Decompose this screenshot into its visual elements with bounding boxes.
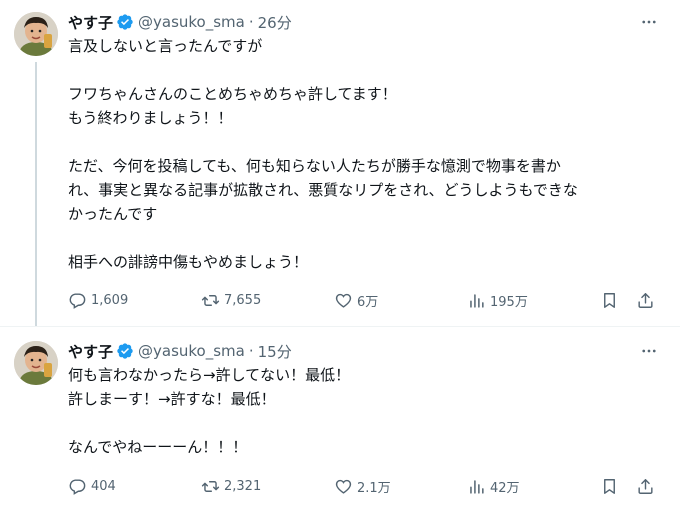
handle[interactable]: @yasuko_sma (138, 342, 245, 360)
retweet-count: 7,655 (224, 292, 262, 308)
separator-dot: · (248, 13, 254, 31)
share-icon (638, 292, 653, 308)
retweet-icon (201, 294, 220, 306)
reply-button[interactable]: 404 (68, 471, 116, 501)
reply-icon (69, 478, 86, 495)
handle[interactable]: @yasuko_sma (138, 13, 245, 31)
tweet[interactable]: やす子 @yasuko_sma · 26分 言及しないと言ったんですが フワちゃ… (0, 0, 680, 326)
tweet-actions: 1,609 7,655 6万 195万 (62, 285, 666, 315)
bookmark-button[interactable] (600, 285, 619, 315)
separator-dot: · (248, 342, 254, 360)
like-button[interactable]: 2.1万 (334, 471, 391, 501)
display-name[interactable]: やす子 (68, 12, 113, 33)
like-icon (335, 479, 352, 494)
views-icon (470, 479, 484, 494)
bookmark-button[interactable] (600, 471, 619, 501)
verified-icon (116, 342, 134, 360)
timestamp[interactable]: 26分 (258, 12, 292, 33)
bookmark-icon (604, 478, 615, 494)
more-button[interactable] (638, 340, 660, 362)
retweet-button[interactable]: 2,321 (201, 471, 261, 501)
retweet-icon (201, 480, 220, 492)
like-button[interactable]: 6万 (334, 285, 378, 315)
avatar[interactable] (14, 341, 58, 385)
avatar-image (14, 12, 58, 56)
like-icon (335, 293, 352, 308)
share-button[interactable] (636, 471, 655, 501)
reply-icon (69, 292, 86, 309)
views-count: 195万 (490, 294, 528, 310)
tweet-header: やす子 @yasuko_sma · 15分 (68, 340, 292, 362)
reply-count: 1,609 (91, 292, 129, 308)
tweet-text: 何も言わなかったら→許してない！最低！ 許しまーす！→許すな！最低！ なんでやね… (68, 366, 351, 456)
views-button[interactable]: 42万 (467, 471, 520, 501)
retweet-count: 2,321 (224, 478, 262, 494)
tweet-actions: 404 2,321 2.1万 42万 (62, 471, 666, 501)
like-count: 6万 (357, 294, 379, 310)
share-button[interactable] (636, 285, 655, 315)
thread-line (35, 62, 37, 326)
display-name[interactable]: やす子 (68, 341, 113, 362)
tweet-header: やす子 @yasuko_sma · 26分 (68, 11, 292, 33)
more-icon (642, 20, 656, 24)
reply-count: 404 (91, 478, 116, 494)
more-icon (642, 349, 656, 353)
avatar[interactable] (14, 12, 58, 56)
views-count: 42万 (490, 480, 520, 496)
bookmark-icon (604, 292, 615, 308)
tweet-text: 言及しないと言ったんですが フワちゃんさんのことめちゃめちゃ許してます！ もう終… (68, 37, 578, 271)
avatar-image (14, 341, 58, 385)
more-button[interactable] (638, 11, 660, 33)
views-icon (470, 293, 484, 308)
retweet-button[interactable]: 7,655 (201, 285, 261, 315)
reply-button[interactable]: 1,609 (68, 285, 128, 315)
timestamp[interactable]: 15分 (258, 341, 292, 362)
share-icon (638, 478, 653, 494)
verified-icon (116, 13, 134, 31)
views-button[interactable]: 195万 (467, 285, 528, 315)
tweet[interactable]: やす子 @yasuko_sma · 15分 何も言わなかったら→許してない！最低… (0, 326, 680, 508)
like-count: 2.1万 (357, 480, 391, 496)
